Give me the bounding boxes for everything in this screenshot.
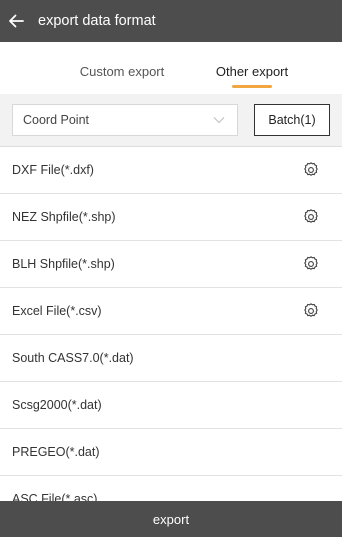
list-item[interactable]: Excel File(*.csv) (0, 288, 342, 335)
tab-label: Other export (215, 64, 289, 79)
gear-icon[interactable] (302, 302, 320, 320)
gear-icon[interactable] (302, 161, 320, 179)
tab-bar: Custom export Other export (0, 42, 342, 94)
list-item-label: NEZ Shpfile(*.shp) (12, 210, 116, 224)
export-button[interactable]: export (0, 501, 342, 537)
gear-icon[interactable] (302, 208, 320, 226)
list-item[interactable]: BLH Shpfile(*.shp) (0, 241, 342, 288)
tab-other-export[interactable]: Other export (197, 42, 307, 94)
title-bar: export data format (0, 0, 342, 42)
export-format-list: DXF File(*.dxf) NEZ Shpfile(*.shp) BLH S… (0, 147, 342, 501)
list-item[interactable]: DXF File(*.dxf) (0, 147, 342, 194)
list-item[interactable]: NEZ Shpfile(*.shp) (0, 194, 342, 241)
list-item[interactable]: ASC File(*.asc) (0, 476, 342, 501)
batch-button[interactable]: Batch(1) (254, 104, 330, 136)
list-item[interactable]: PREGEO(*.dat) (0, 429, 342, 476)
export-button-label: export (152, 511, 190, 527)
list-item-label: BLH Shpfile(*.shp) (12, 257, 115, 271)
select-value: Coord Point (23, 113, 90, 127)
tab-label: Custom export (79, 64, 165, 79)
tab-custom-export[interactable]: Custom export (47, 42, 197, 94)
list-item-label: DXF File(*.dxf) (12, 163, 94, 177)
list-item-label: Scsg2000(*.dat) (12, 398, 102, 412)
page-title: export data format (38, 13, 156, 29)
gear-icon[interactable] (302, 255, 320, 273)
data-type-select[interactable]: Coord Point (12, 104, 238, 136)
active-tab-indicator (232, 85, 272, 88)
list-item-label: South CASS7.0(*.dat) (12, 351, 134, 365)
list-item-label: PREGEO(*.dat) (12, 445, 100, 459)
filter-bar: Coord Point Batch(1) (0, 94, 342, 147)
back-arrow-icon[interactable] (0, 13, 38, 29)
chevron-down-icon (213, 113, 225, 127)
list-item[interactable]: South CASS7.0(*.dat) (0, 335, 342, 382)
list-item[interactable]: Scsg2000(*.dat) (0, 382, 342, 429)
list-item-label: Excel File(*.csv) (12, 304, 102, 318)
list-item-label: ASC File(*.asc) (12, 492, 98, 501)
